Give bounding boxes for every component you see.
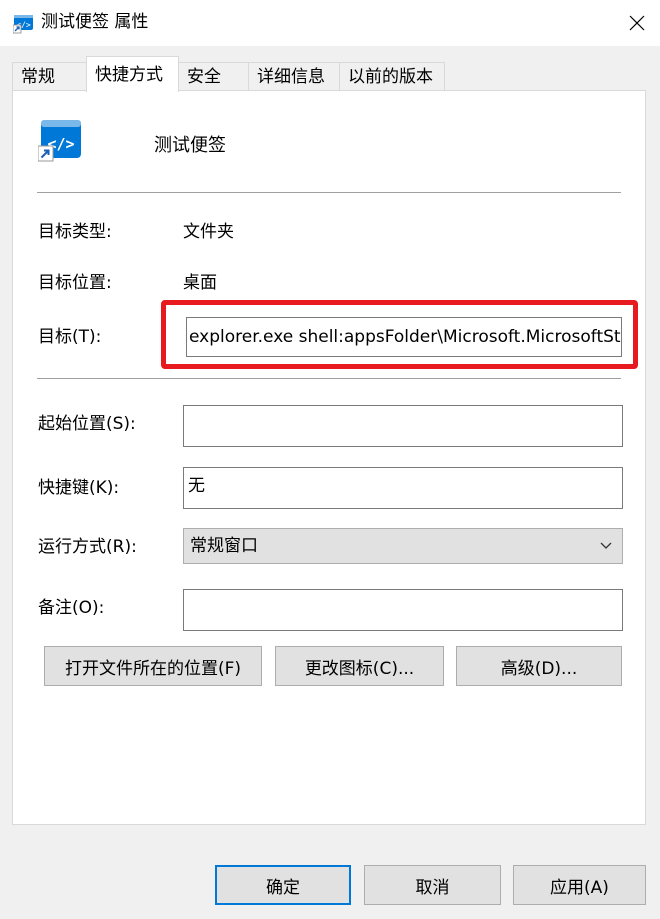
run-select[interactable]: 常规窗口	[183, 528, 623, 564]
apply-button[interactable]: 应用(A)	[513, 865, 646, 905]
target-label: 目标(T):	[38, 327, 102, 347]
tab-general[interactable]: 常规	[12, 62, 87, 91]
shortcut-tab-panel: </> 测试便签 目标类型: 文件夹 目标位置: 桌面 目标(T): explo…	[12, 90, 646, 825]
tab-shortcut[interactable]: 快捷方式	[86, 56, 179, 92]
run-select-value: 常规窗口	[190, 536, 258, 556]
start-in-field[interactable]	[183, 405, 623, 447]
change-icon-button[interactable]: 更改图标(C)...	[275, 646, 444, 686]
hotkey-label: 快捷键(K):	[38, 478, 120, 498]
tab-previous-versions[interactable]: 以前的版本	[339, 62, 445, 91]
close-icon	[629, 15, 645, 31]
title-bar: </> 测试便签 属性	[0, 0, 660, 46]
target-type-label: 目标类型:	[38, 222, 112, 242]
advanced-button[interactable]: 高级(D)...	[456, 646, 622, 686]
start-in-label: 起始位置(S):	[38, 414, 136, 434]
separator	[37, 192, 621, 193]
close-button[interactable]	[614, 0, 660, 46]
cancel-button[interactable]: 取消	[364, 865, 501, 905]
shortcut-name: 测试便签	[154, 135, 226, 156]
comment-field[interactable]	[183, 589, 623, 631]
properties-dialog: </> 测试便签 属性 常规 快捷方式 安全 详细信息 以前的版本 </> 测试…	[0, 0, 660, 919]
separator	[37, 378, 621, 379]
tab-details[interactable]: 详细信息	[248, 62, 340, 91]
open-file-location-button[interactable]: 打开文件所在的位置(F)	[44, 646, 262, 686]
app-shortcut-icon: </>	[38, 120, 81, 162]
run-label: 运行方式(R):	[38, 537, 137, 557]
window-title: 测试便签 属性	[41, 12, 149, 32]
app-shortcut-icon: </>	[13, 15, 33, 34]
target-location-label: 目标位置:	[38, 273, 112, 293]
chevron-down-icon	[600, 542, 612, 549]
target-location-value: 桌面	[183, 273, 217, 293]
ok-button[interactable]: 确定	[215, 865, 351, 905]
tab-security[interactable]: 安全	[178, 62, 249, 91]
comment-label: 备注(O):	[38, 598, 105, 618]
target-type-value: 文件夹	[183, 222, 234, 242]
hotkey-field[interactable]	[183, 467, 623, 509]
highlight-box	[161, 300, 638, 369]
